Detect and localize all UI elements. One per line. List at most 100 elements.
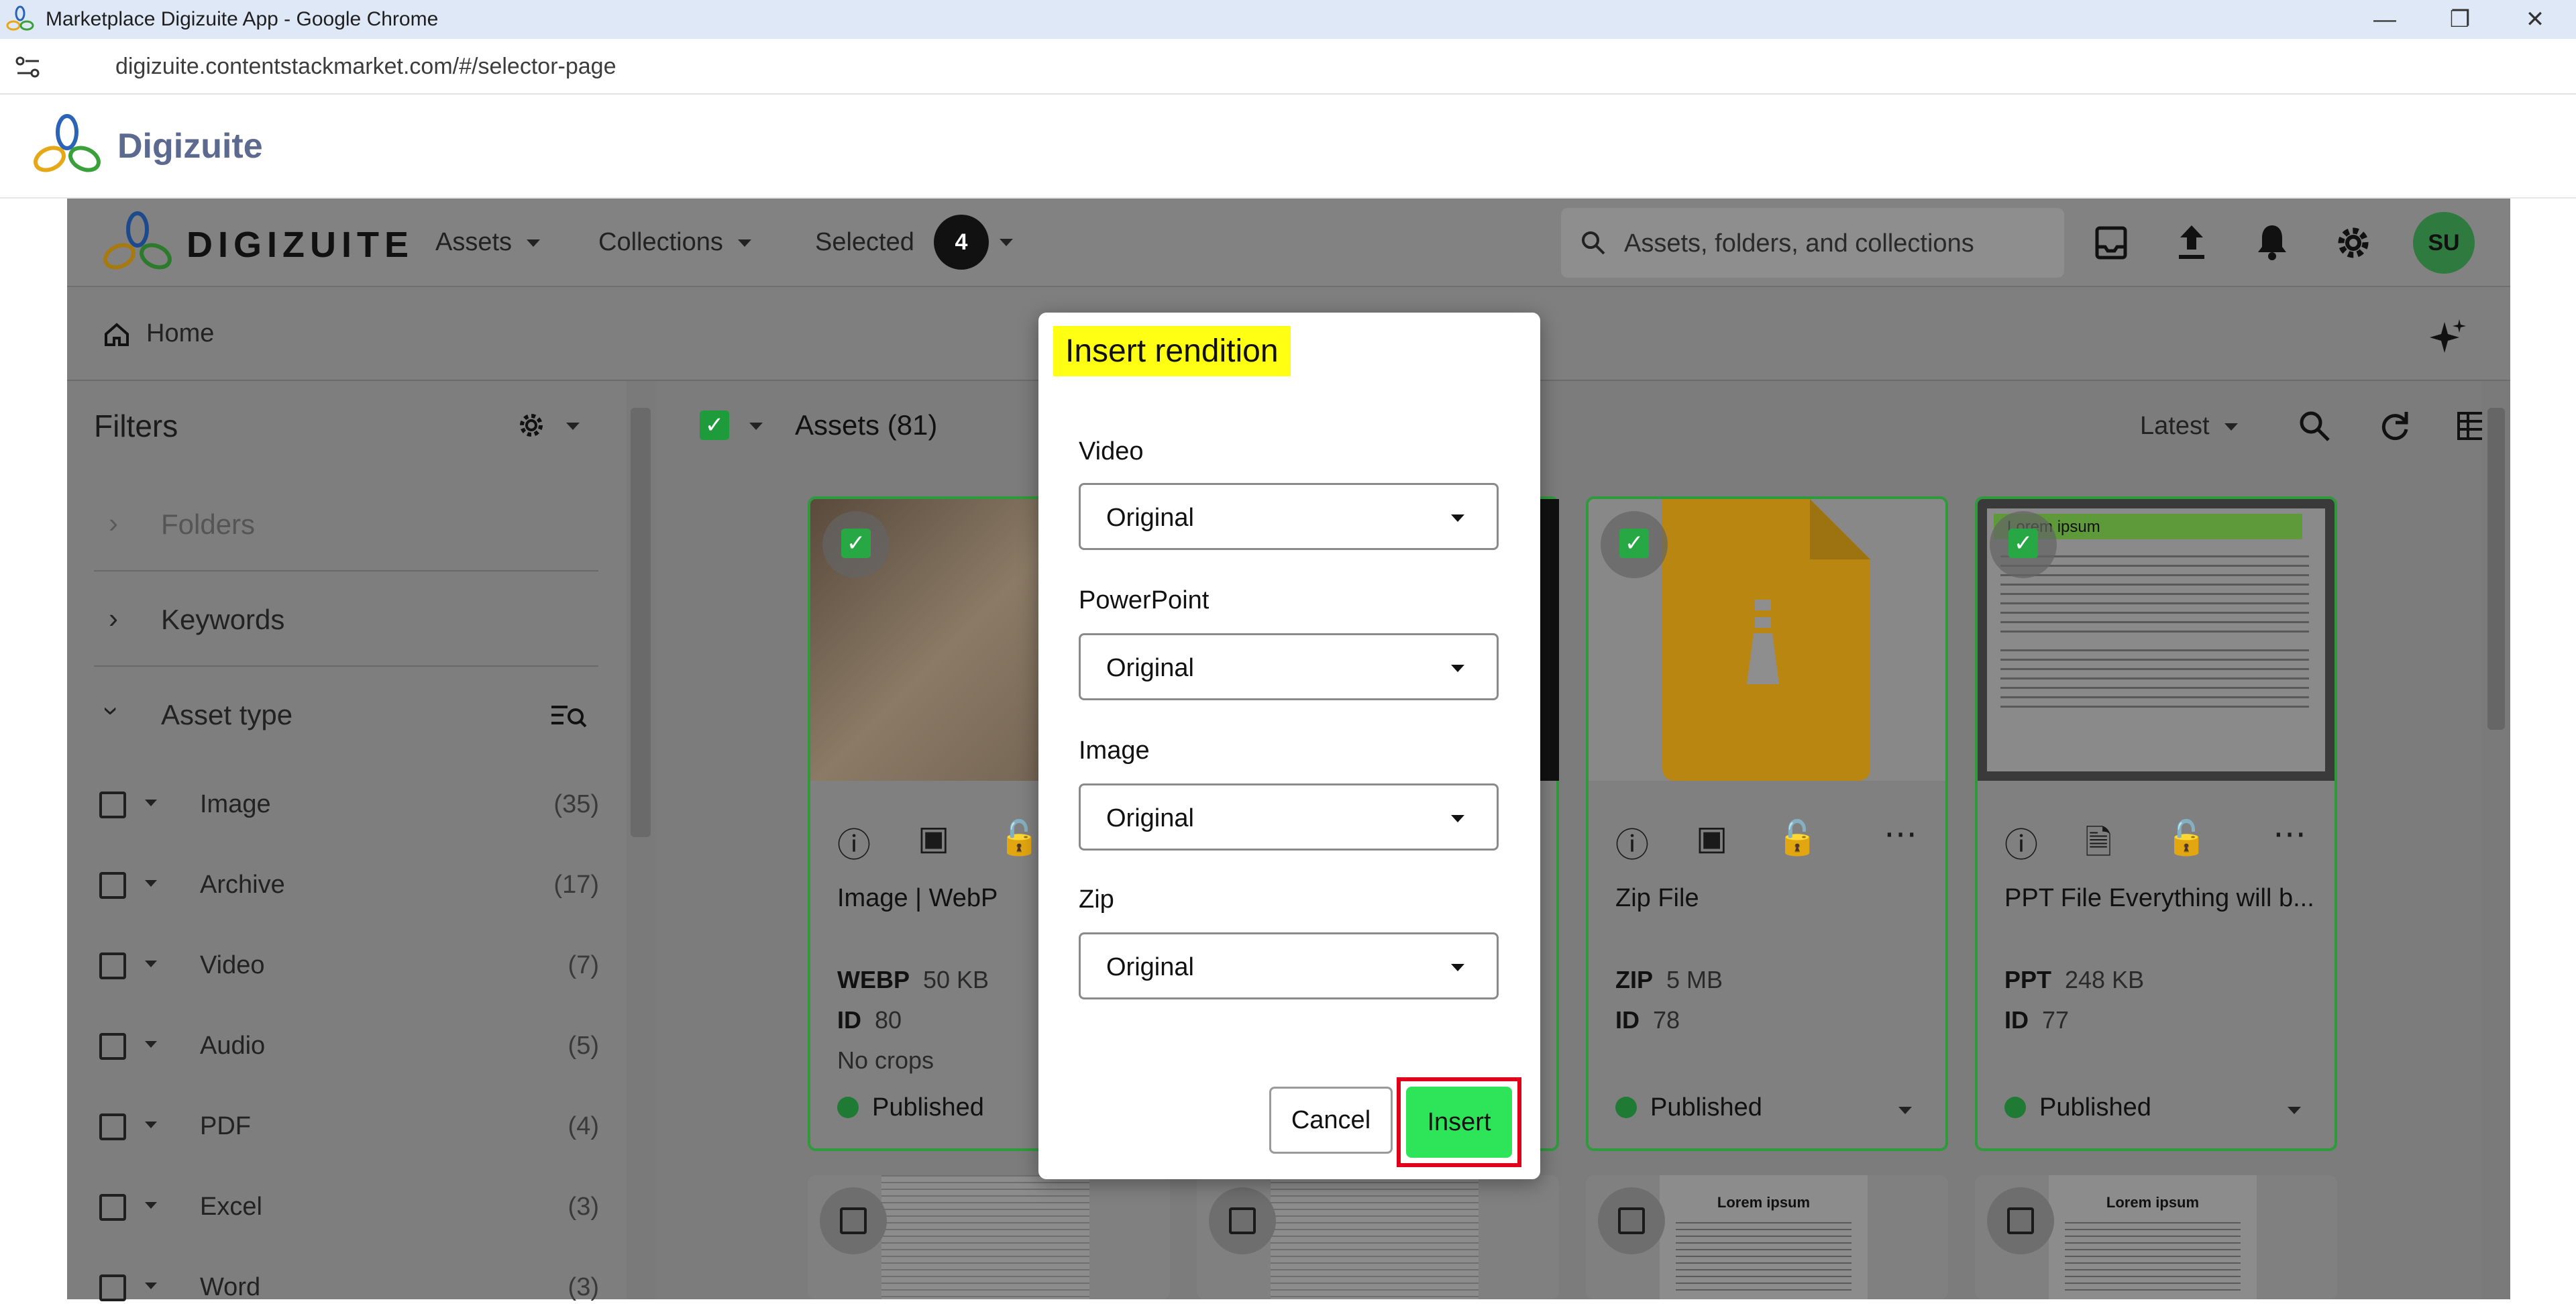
chevron-down-icon[interactable] xyxy=(145,800,157,806)
info-icon[interactable]: ⓘ xyxy=(837,818,871,867)
asset-select[interactable]: ✓ xyxy=(1601,511,1668,578)
chevron-down-icon[interactable] xyxy=(1898,1107,1912,1114)
nav-selected[interactable]: Selected xyxy=(815,228,914,257)
video-rendition-select[interactable]: Original xyxy=(1079,483,1499,550)
chevron-down-icon[interactable] xyxy=(2288,1107,2301,1114)
chevron-down-icon[interactable] xyxy=(566,423,580,430)
chevron-down-icon[interactable] xyxy=(145,880,157,887)
asset-type-row[interactable]: Word (3) xyxy=(99,1268,599,1308)
filter-keywords[interactable]: › Keywords xyxy=(94,573,598,667)
inbox-icon[interactable] xyxy=(2094,225,2128,260)
filter-settings-gear-icon[interactable] xyxy=(517,411,546,440)
refresh-icon[interactable] xyxy=(2378,409,2412,443)
asset-type-row[interactable]: PDF (4) xyxy=(99,1107,599,1147)
asset-select[interactable]: ✓ xyxy=(822,511,890,578)
asset-select[interactable] xyxy=(820,1187,887,1254)
info-icon[interactable]: ⓘ xyxy=(2004,818,2038,867)
insert-button[interactable]: Insert xyxy=(1406,1087,1512,1158)
status-badge[interactable]: Published xyxy=(2004,1093,2151,1122)
chevron-down-icon[interactable] xyxy=(145,1041,157,1048)
asset-type-row[interactable]: Image (35) xyxy=(99,785,599,825)
asset-card[interactable] xyxy=(808,1175,1170,1299)
asset-actions: ⓘ ▣ 🔓 ⋯ xyxy=(1615,815,1924,864)
asset-type-count: (5) xyxy=(568,1032,599,1060)
chevron-down-icon[interactable] xyxy=(145,1283,157,1289)
select-all-checkbox[interactable]: ✓ xyxy=(700,411,729,440)
lock-icon[interactable]: 🔓 xyxy=(1776,818,1818,858)
status-badge[interactable]: Published xyxy=(1615,1093,1762,1122)
add-file-icon[interactable]: 🗎 xyxy=(2085,818,2112,875)
chevron-down-icon[interactable] xyxy=(145,1202,157,1209)
restore-icon[interactable]: ❐ xyxy=(2430,3,2490,36)
status-dot-icon xyxy=(1615,1097,1637,1118)
chevron-down-icon[interactable] xyxy=(145,961,157,967)
scrollbar-thumb[interactable] xyxy=(631,408,651,837)
add-image-icon[interactable]: ▣ xyxy=(918,818,949,857)
chevron-down-icon[interactable] xyxy=(1000,239,1013,246)
asset-select[interactable] xyxy=(1209,1187,1276,1254)
digizuite-favicon-icon xyxy=(6,5,34,31)
lock-icon[interactable]: 🔓 xyxy=(998,818,1040,858)
url-field[interactable]: digizuite.contentstackmarket.com/#/selec… xyxy=(115,54,616,80)
checkbox[interactable] xyxy=(99,1113,126,1140)
sort-select[interactable]: Latest xyxy=(2140,412,2238,441)
lock-icon[interactable]: 🔓 xyxy=(2165,818,2207,858)
home-icon[interactable] xyxy=(103,322,130,347)
more-icon[interactable]: ⋯ xyxy=(2273,814,2306,853)
close-icon[interactable]: ✕ xyxy=(2505,3,2565,36)
assets-scrollbar[interactable] xyxy=(2482,381,2510,1299)
filter-search-icon[interactable] xyxy=(550,703,588,730)
cancel-button[interactable]: Cancel xyxy=(1269,1087,1393,1154)
asset-select[interactable]: ✓ xyxy=(1990,511,2057,578)
status-badge[interactable]: Published xyxy=(837,1093,984,1122)
asset-name: Image | WebP xyxy=(837,884,998,912)
checkbox[interactable] xyxy=(99,872,126,899)
checkbox[interactable] xyxy=(840,1207,867,1234)
user-avatar[interactable]: SU xyxy=(2413,212,2475,274)
upload-icon[interactable] xyxy=(2175,223,2208,262)
checkbox[interactable] xyxy=(2007,1207,2034,1234)
add-image-icon[interactable]: ▣ xyxy=(1696,818,1727,857)
breadcrumb-home[interactable]: Home xyxy=(146,319,214,348)
checkbox[interactable] xyxy=(99,952,126,979)
asset-card[interactable]: ✓ ⓘ ▣ 🔓 ⋯ Zip File ZIP 5 MB ID 78 Publishe… xyxy=(1586,496,1948,1151)
checkbox[interactable] xyxy=(1229,1207,1256,1234)
search-field[interactable]: Assets, folders, and collections xyxy=(1561,208,2064,278)
asset-type-row[interactable]: Audio (5) xyxy=(99,1026,599,1067)
asset-type-row[interactable]: Archive (17) xyxy=(99,865,599,906)
asset-card[interactable]: Lorem ipsum xyxy=(1975,1175,2337,1299)
chevron-down-icon[interactable] xyxy=(749,423,763,430)
gear-icon[interactable] xyxy=(2334,224,2372,262)
checkbox[interactable] xyxy=(99,792,126,818)
chevron-down-icon[interactable] xyxy=(145,1122,157,1128)
status-label: Published xyxy=(1650,1093,1762,1122)
asset-type-row[interactable]: Excel (3) xyxy=(99,1187,599,1228)
bell-icon[interactable] xyxy=(2255,223,2289,262)
asset-select[interactable] xyxy=(1987,1187,2054,1254)
nav-assets[interactable]: Assets xyxy=(435,228,541,257)
asset-card[interactable] xyxy=(1197,1175,1559,1299)
checkbox[interactable] xyxy=(1618,1207,1645,1234)
ai-sparkle-icon[interactable] xyxy=(2428,317,2469,357)
checkbox[interactable] xyxy=(99,1033,126,1060)
asset-select[interactable] xyxy=(1598,1187,1665,1254)
chevron-down-icon: › xyxy=(97,706,128,716)
site-settings-icon[interactable] xyxy=(15,55,42,79)
filter-folders[interactable]: › Folders xyxy=(94,478,598,571)
zip-rendition-select[interactable]: Original xyxy=(1079,932,1499,999)
checkbox[interactable] xyxy=(99,1274,126,1301)
more-icon[interactable]: ⋯ xyxy=(1884,814,1917,853)
filter-asset-type[interactable]: › Asset type xyxy=(94,668,598,762)
asset-card[interactable]: Lorem ipsum xyxy=(1586,1175,1948,1299)
checkbox[interactable] xyxy=(99,1194,126,1221)
powerpoint-rendition-select[interactable]: Original xyxy=(1079,633,1499,700)
image-rendition-select[interactable]: Original xyxy=(1079,783,1499,851)
filters-scrollbar[interactable] xyxy=(627,381,655,1299)
nav-collections[interactable]: Collections xyxy=(598,228,751,257)
asset-type-row[interactable]: Video (7) xyxy=(99,946,599,986)
search-icon[interactable] xyxy=(2298,409,2331,443)
asset-card[interactable]: Lorem ipsum ✓ ⓘ 🗎 🔓 ⋯ PPT File Everythin… xyxy=(1975,496,2337,1151)
scrollbar-thumb[interactable] xyxy=(2487,408,2505,730)
minimize-icon[interactable]: — xyxy=(2355,3,2415,36)
info-icon[interactable]: ⓘ xyxy=(1615,818,1649,867)
